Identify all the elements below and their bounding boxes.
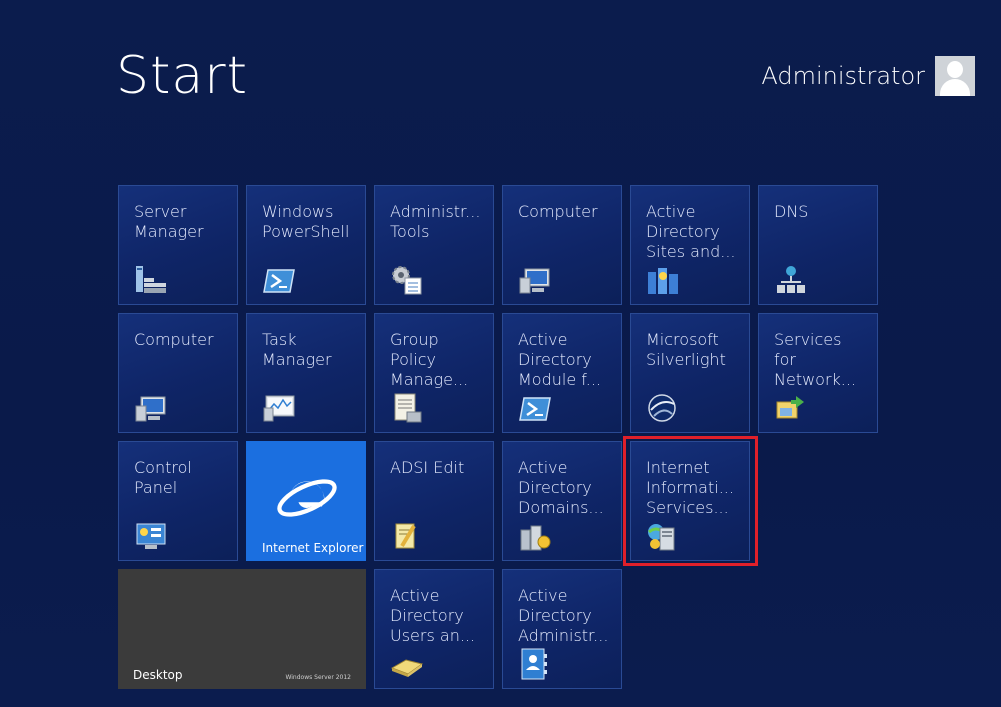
tile-microsoft-silverlight[interactable]: Microsoft Silverlight xyxy=(630,313,750,433)
tile-label: Internet Explorer xyxy=(262,541,364,555)
tile-computer[interactable]: Computer xyxy=(502,185,622,305)
ad-domains-icon xyxy=(520,525,551,551)
selection-highlight xyxy=(623,436,758,566)
tile-ad-sites-and-services[interactable]: Active Directory Sites and... xyxy=(630,185,750,305)
tile-label: Desktop xyxy=(133,668,183,682)
tile-label: Active Directory Administr... xyxy=(518,586,609,645)
tile-group-policy-management[interactable]: Group Policy Manage... xyxy=(374,313,494,433)
powershell-icon xyxy=(263,269,295,293)
silverlight-icon xyxy=(648,394,676,422)
tile-windows-powershell[interactable]: Windows PowerShell xyxy=(246,185,366,305)
tile-adsi-edit[interactable]: ADSI Edit xyxy=(374,441,494,561)
tile-label: Services for Network... xyxy=(774,330,857,389)
admin-tools-icon xyxy=(392,266,422,295)
tile-dns[interactable]: DNS xyxy=(758,185,878,305)
ad-users-icon xyxy=(390,659,424,677)
group-policy-icon xyxy=(394,393,422,423)
tile-ad-users-and-computers[interactable]: Active Directory Users an... xyxy=(374,569,494,689)
tile-ad-domains-and-trusts[interactable]: Active Directory Domains... xyxy=(502,441,622,561)
tile-label: Windows PowerShell xyxy=(262,202,350,241)
tile-label: Active Directory Sites and... xyxy=(646,202,736,261)
computer-icon xyxy=(135,396,166,422)
ad-sites-icon xyxy=(648,268,678,294)
tile-internet-explorer[interactable]: Internet Explorer xyxy=(246,441,366,561)
tile-label: Control Panel xyxy=(134,458,192,497)
user-avatar-icon xyxy=(935,56,975,96)
user-account[interactable]: Administrator xyxy=(761,56,975,96)
desktop-brand: Windows Server 2012 xyxy=(285,674,351,681)
tile-label: Active Directory Domains... xyxy=(518,458,604,517)
control-panel-icon xyxy=(136,523,166,549)
user-name: Administrator xyxy=(761,62,925,90)
computer-icon xyxy=(519,268,550,294)
tile-ad-administrative-center[interactable]: Active Directory Administr... xyxy=(502,569,622,689)
tile-label: Server Manager xyxy=(134,202,204,241)
tile-services-for-network-file-system[interactable]: Services for Network... xyxy=(758,313,878,433)
tile-label: DNS xyxy=(774,202,809,221)
tile-label: Computer xyxy=(518,202,598,221)
tile-label: Administr... Tools xyxy=(390,202,481,241)
start-title: Start xyxy=(116,46,249,106)
tile-desktop[interactable]: Desktop Windows Server 2012 xyxy=(118,569,366,689)
adsi-edit-icon xyxy=(395,523,416,549)
powershell-icon xyxy=(519,397,551,421)
tile-task-manager[interactable]: Task Manager xyxy=(246,313,366,433)
tile-label: Group Policy Manage... xyxy=(390,330,469,389)
tile-label: Active Directory Module f... xyxy=(518,330,601,389)
tile-computer-2[interactable]: Computer xyxy=(118,313,238,433)
tile-control-panel[interactable]: Control Panel xyxy=(118,441,238,561)
services-network-icon xyxy=(776,396,804,419)
tile-label: ADSI Edit xyxy=(390,458,465,477)
ad-admin-center-icon xyxy=(521,648,547,680)
dns-icon xyxy=(777,266,805,293)
tile-administrative-tools[interactable]: Administr... Tools xyxy=(374,185,494,305)
server-manager-icon xyxy=(136,266,166,293)
tile-server-manager[interactable]: Server Manager xyxy=(118,185,238,305)
tile-label: Task Manager xyxy=(262,330,332,369)
task-manager-icon xyxy=(263,395,295,422)
tile-label: Microsoft Silverlight xyxy=(646,330,726,369)
internet-explorer-icon xyxy=(277,479,337,517)
tile-label: Computer xyxy=(134,330,214,349)
tile-label: Active Directory Users an... xyxy=(390,586,476,645)
tile-ad-module-powershell[interactable]: Active Directory Module f... xyxy=(502,313,622,433)
